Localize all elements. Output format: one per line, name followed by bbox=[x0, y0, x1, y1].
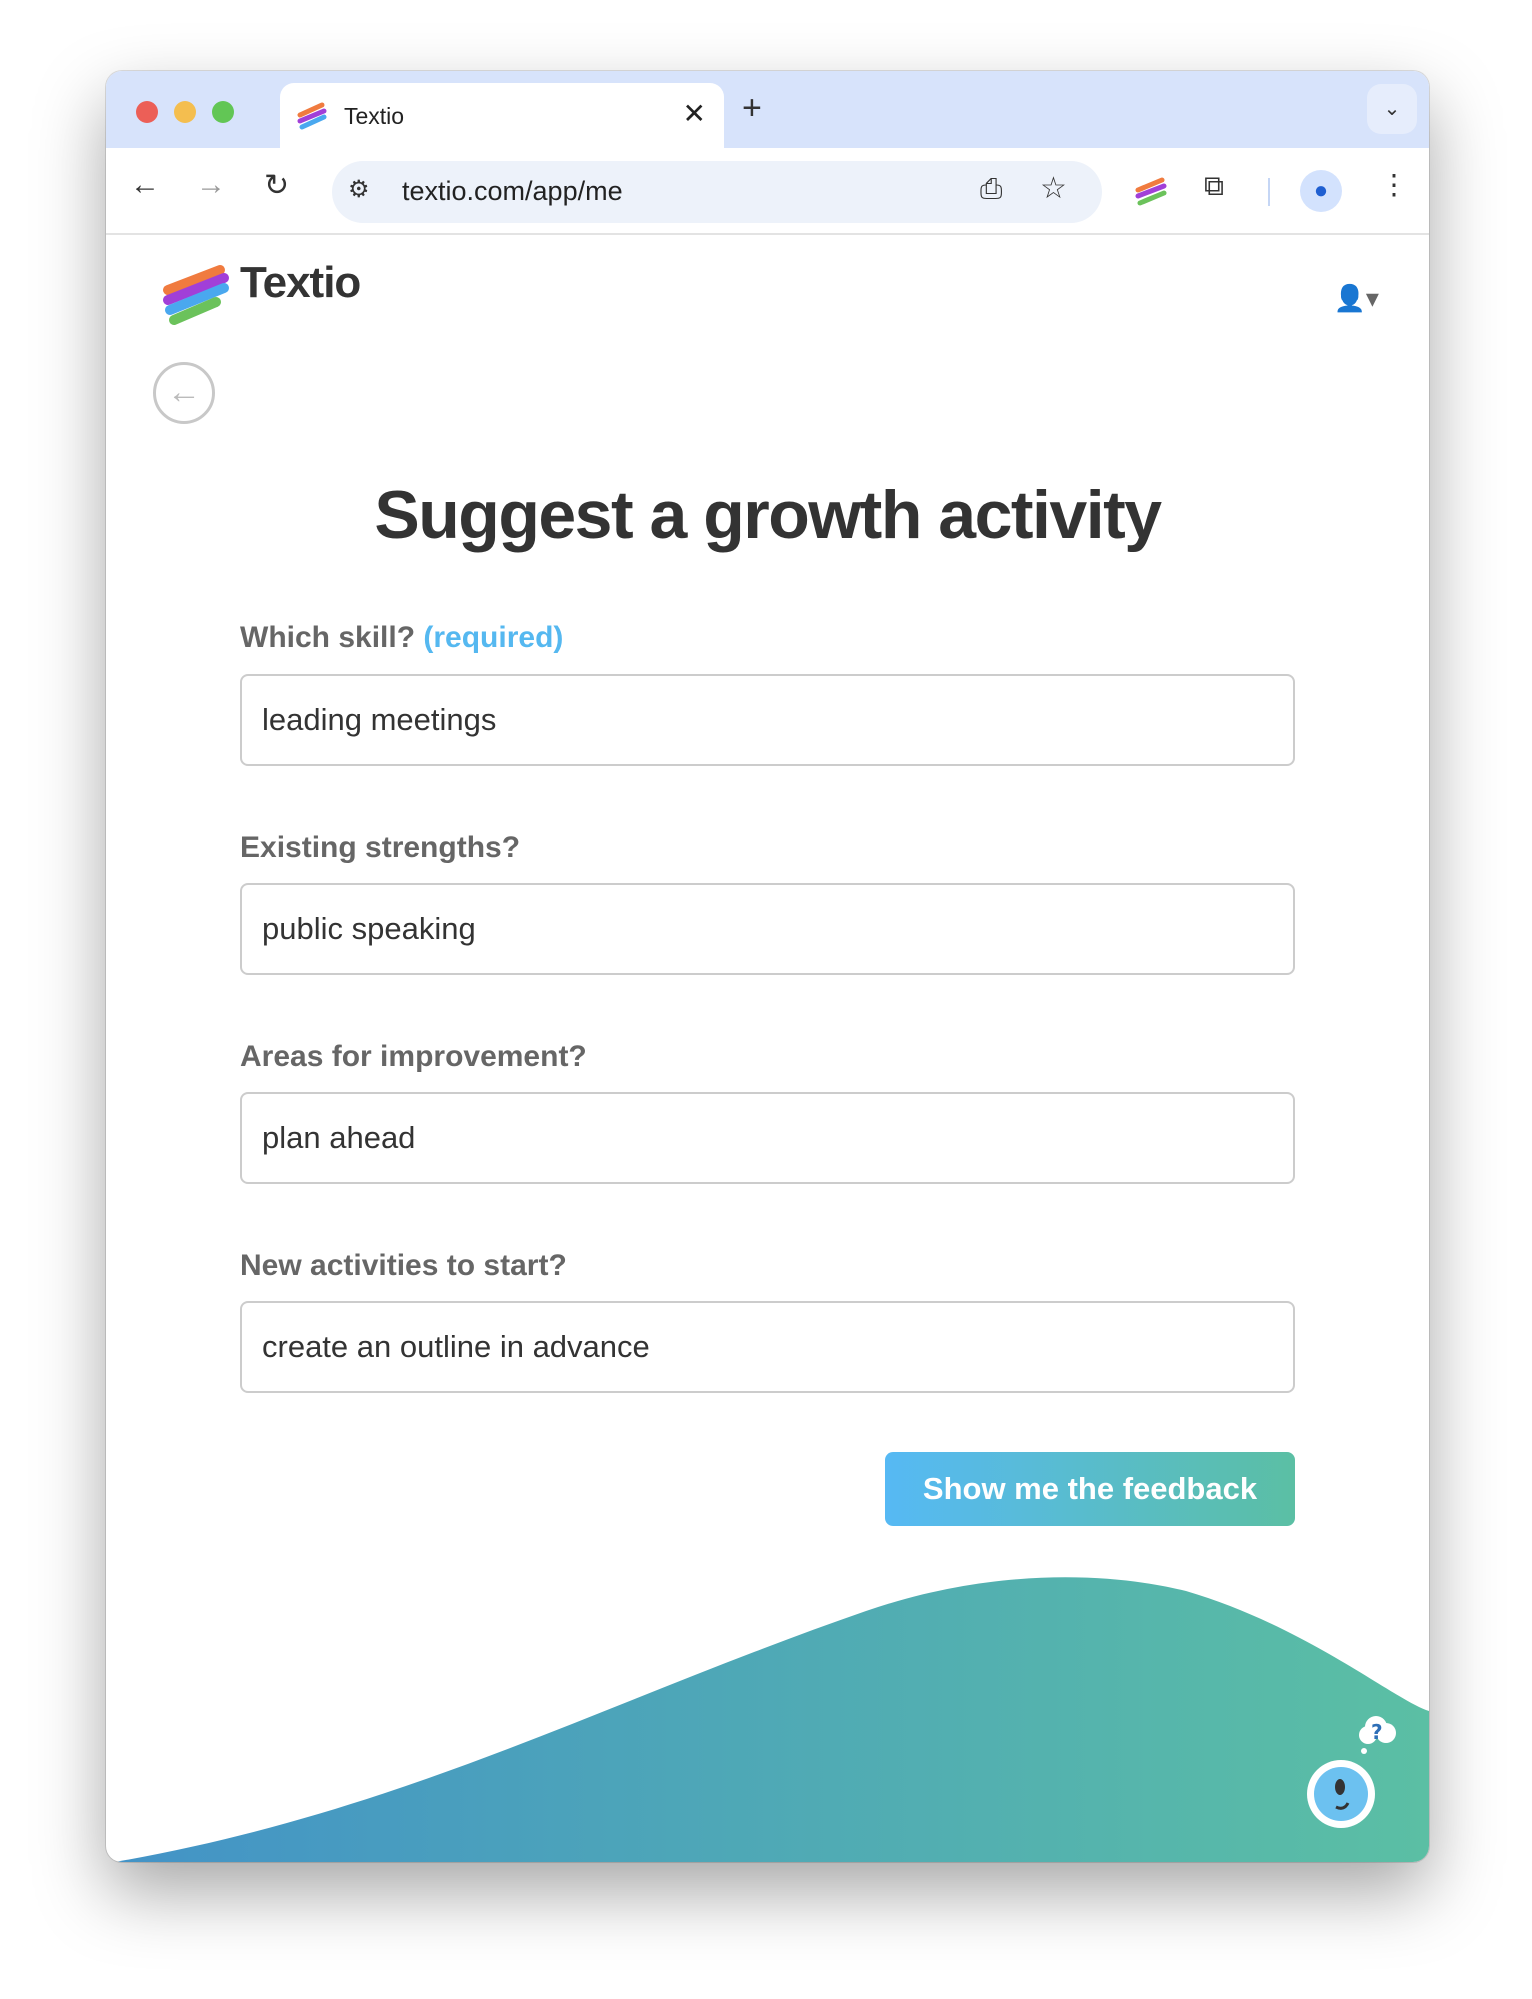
browser-toolbar: ← → ↻ ⚙ textio.com/app/me ⎙ ☆ ⧉ ● ⋮ bbox=[106, 148, 1429, 235]
tab-list-chevron-icon[interactable]: ⌄ bbox=[1367, 84, 1417, 134]
new-activities-input[interactable]: create an outline in advance bbox=[240, 1301, 1295, 1393]
toolbar-divider bbox=[1268, 178, 1270, 206]
more-menu-icon[interactable]: ⋮ bbox=[1380, 168, 1408, 201]
improvement-input[interactable]: plan ahead bbox=[240, 1092, 1295, 1184]
site-settings-icon[interactable]: ⚙ bbox=[348, 175, 370, 204]
browser-window: Textio ✕ + ⌄ ← → ↻ ⚙ textio.com/app/me ⎙… bbox=[106, 71, 1429, 1862]
help-question-mark: ? bbox=[1371, 1720, 1383, 1744]
profile-avatar-icon[interactable]: ● bbox=[1300, 170, 1342, 212]
decorative-wave bbox=[115, 1577, 1429, 1862]
user-menu-icon[interactable]: 👤▾ bbox=[1334, 283, 1379, 314]
close-window-button[interactable] bbox=[136, 101, 158, 123]
minimize-window-button[interactable] bbox=[174, 101, 196, 123]
tab-bar: Textio ✕ + ⌄ bbox=[106, 71, 1429, 149]
maximize-window-button[interactable] bbox=[212, 101, 234, 123]
tab-textio[interactable]: Textio ✕ bbox=[280, 83, 724, 149]
back-button[interactable]: ← bbox=[153, 362, 215, 424]
back-arrow-icon[interactable]: ← bbox=[130, 168, 160, 202]
extensions-puzzle-icon[interactable]: ⧉ bbox=[1204, 170, 1224, 203]
install-app-icon[interactable]: ⎙ bbox=[980, 173, 1002, 206]
new-activities-label: New activities to start? bbox=[240, 1249, 567, 1282]
bookmark-star-icon[interactable]: ☆ bbox=[1040, 171, 1067, 206]
skill-input[interactable]: leading meetings bbox=[240, 674, 1295, 766]
textio-favicon-icon bbox=[297, 102, 327, 130]
address-bar[interactable]: ⚙ textio.com/app/me ⎙ ☆ bbox=[332, 161, 1102, 223]
textio-extension-icon[interactable] bbox=[1134, 176, 1168, 208]
logo-text: Textio bbox=[240, 258, 361, 307]
textio-logo-mark-icon bbox=[163, 265, 229, 325]
new-tab-button[interactable]: + bbox=[742, 89, 762, 128]
improvement-label: Areas for improvement? bbox=[240, 1040, 587, 1073]
strengths-input[interactable]: public speaking bbox=[240, 883, 1295, 975]
strengths-label: Existing strengths? bbox=[240, 831, 521, 864]
url-text[interactable]: textio.com/app/me bbox=[402, 176, 623, 207]
textio-logo[interactable]: Textio bbox=[160, 258, 361, 333]
required-tag: (required) bbox=[423, 621, 564, 654]
forward-arrow-icon[interactable]: → bbox=[196, 168, 226, 202]
skill-label-text: Which skill? bbox=[240, 621, 416, 654]
show-feedback-button[interactable]: Show me the feedback bbox=[885, 1452, 1295, 1526]
help-mascot-icon[interactable]: ? bbox=[1306, 1711, 1416, 1831]
page-title: Suggest a growth activity bbox=[374, 477, 1162, 553]
tab-close-icon[interactable]: ✕ bbox=[683, 97, 706, 130]
skill-label: Which skill? (required) bbox=[240, 621, 563, 655]
reload-icon[interactable]: ↻ bbox=[264, 168, 289, 203]
tab-title: Textio bbox=[344, 103, 405, 129]
